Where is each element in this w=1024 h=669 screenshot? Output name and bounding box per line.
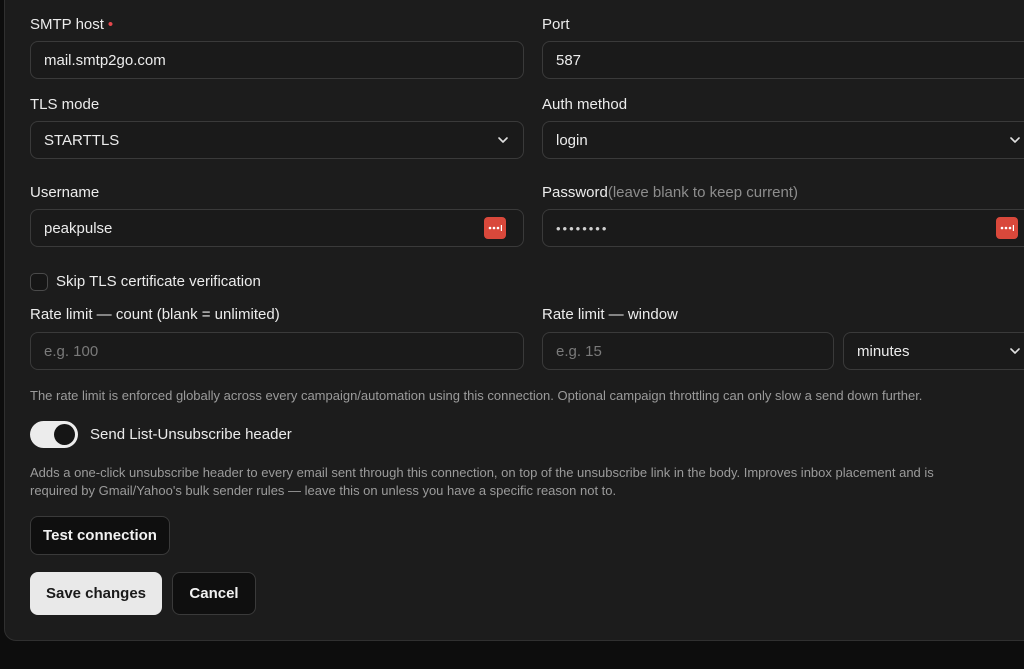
chevron-down-icon xyxy=(1010,137,1020,143)
port-label: Port xyxy=(542,16,570,33)
chevron-down-icon xyxy=(1010,348,1020,354)
unsubscribe-help-line-2: required by Gmail/Yahoo's bulk sender ru… xyxy=(30,483,617,498)
chevron-down-icon xyxy=(498,137,508,143)
auth-method-select[interactable]: login xyxy=(542,121,1024,159)
username-input[interactable]: peakpulse xyxy=(30,209,524,247)
cancel-button[interactable]: Cancel xyxy=(172,572,256,615)
save-changes-button[interactable]: Save changes xyxy=(30,572,162,615)
test-connection-button[interactable]: Test connection xyxy=(30,516,170,555)
smtp-host-label: SMTP host • xyxy=(30,16,114,33)
rate-window-input[interactable]: e.g. 15 xyxy=(542,332,834,370)
unsubscribe-help-line-1: Adds a one-click unsubscribe header to e… xyxy=(30,465,934,480)
rate-count-label: Rate limit — count (blank = unlimited) xyxy=(30,306,280,323)
toggle-knob xyxy=(54,424,75,445)
list-unsubscribe-toggle[interactable] xyxy=(30,421,78,448)
skip-tls-label[interactable]: Skip TLS certificate verification xyxy=(56,273,261,290)
rate-window-label: Rate limit — window xyxy=(542,306,678,323)
auth-method-label: Auth method xyxy=(542,96,628,113)
rate-count-input[interactable]: e.g. 100 xyxy=(30,332,524,370)
password-input[interactable]: •••••••• xyxy=(542,209,1024,247)
password-hint: (leave blank to keep current) xyxy=(607,184,798,201)
skip-tls-checkbox[interactable] xyxy=(30,273,48,291)
smtp-host-input[interactable]: mail.smtp2go.com xyxy=(30,41,524,79)
tls-mode-label: TLS mode xyxy=(30,96,100,113)
required-indicator: • xyxy=(107,16,114,33)
rate-limit-help: The rate limit is enforced globally acro… xyxy=(30,388,923,403)
password-manager-icon[interactable] xyxy=(996,217,1018,239)
rate-window-unit-select[interactable]: minutes xyxy=(843,332,1024,370)
password-label: Password(leave blank to keep current) xyxy=(542,184,798,201)
tls-mode-select[interactable]: STARTTLS xyxy=(30,121,524,159)
password-manager-icon[interactable] xyxy=(484,217,506,239)
list-unsubscribe-label: Send List-Unsubscribe header xyxy=(90,426,292,443)
port-input[interactable]: 587 xyxy=(542,41,1024,79)
username-label: Username xyxy=(30,184,100,201)
